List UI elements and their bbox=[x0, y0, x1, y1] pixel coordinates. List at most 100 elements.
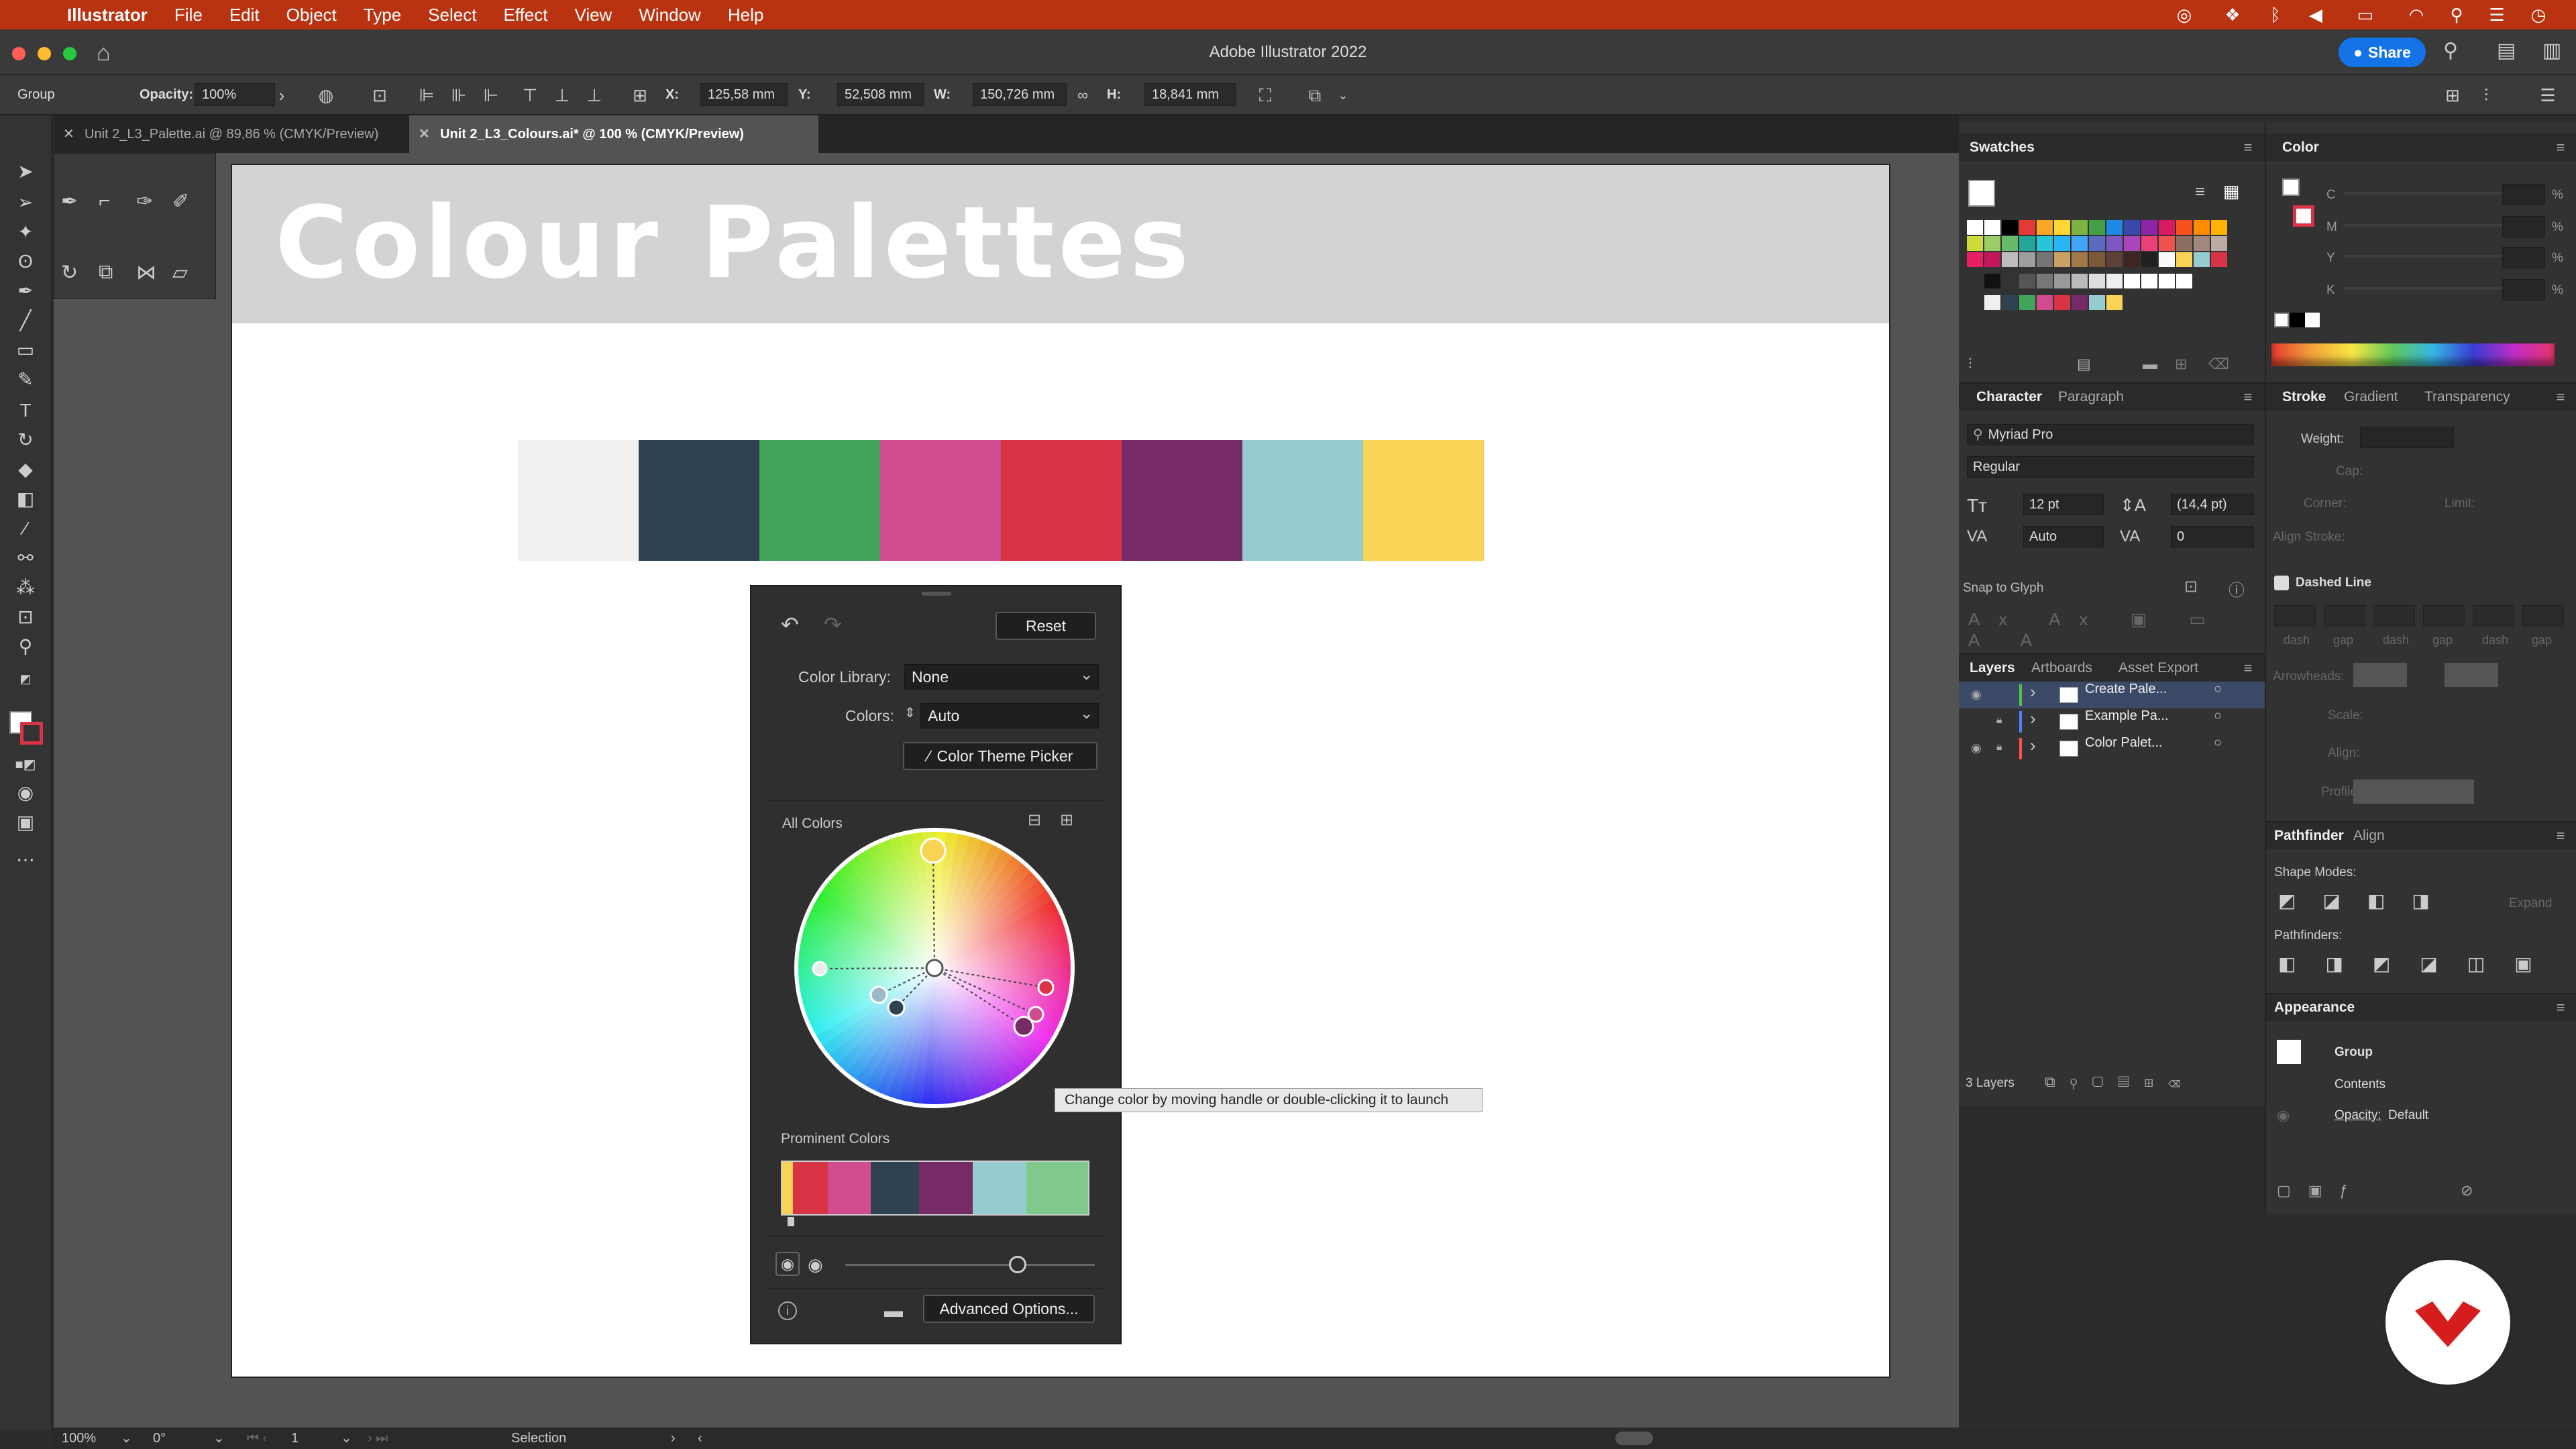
info-icon[interactable]: ⓘ bbox=[2229, 577, 2245, 600]
swatch-cell[interactable] bbox=[2002, 295, 2018, 310]
scale-tool-icon[interactable]: ◧ bbox=[12, 486, 39, 513]
info-icon[interactable]: i bbox=[778, 1301, 797, 1320]
symbol-sprayer-tool-icon[interactable]: ⁂ bbox=[12, 574, 39, 601]
k-slider[interactable] bbox=[2344, 287, 2512, 290]
swatch-cell[interactable] bbox=[2089, 274, 2105, 288]
swatch-cell[interactable] bbox=[2159, 220, 2175, 235]
zoom-select[interactable]: 100% bbox=[62, 1428, 96, 1449]
y-slider[interactable] bbox=[2344, 255, 2512, 258]
align-right-icon[interactable]: ⊩ bbox=[478, 82, 504, 109]
swatch-cell[interactable] bbox=[2106, 220, 2123, 235]
arrowhead-start-select[interactable] bbox=[2353, 663, 2407, 687]
rectangle-tool-icon[interactable]: ▭ bbox=[12, 337, 39, 364]
drag-handle[interactable] bbox=[922, 592, 951, 596]
palette-swatch[interactable] bbox=[639, 440, 759, 561]
shear-icon[interactable]: ▱ bbox=[172, 261, 188, 284]
lock-icon[interactable]: 🔒︎ bbox=[1996, 714, 2002, 727]
chevron-down-icon[interactable]: ⌄ bbox=[121, 1428, 132, 1449]
swatch-cell[interactable] bbox=[2194, 236, 2210, 251]
draw-mode-icon[interactable]: ◉ bbox=[12, 780, 39, 806]
arrowhead-end-select[interactable] bbox=[2445, 663, 2498, 687]
battery-icon[interactable]: ▭ bbox=[2355, 4, 2376, 25]
swatch-cell[interactable] bbox=[2072, 236, 2088, 251]
swatch-cell[interactable] bbox=[2211, 252, 2227, 267]
fill-stroke-icon[interactable] bbox=[1968, 180, 1995, 207]
color-wheel[interactable] bbox=[790, 824, 1079, 1112]
m-input[interactable] bbox=[2502, 216, 2545, 237]
magic-wand-tool-icon[interactable]: ✦ bbox=[12, 219, 39, 246]
swatch-cell[interactable] bbox=[2194, 220, 2210, 235]
horizontal-scrollbar[interactable] bbox=[1615, 1432, 1653, 1445]
black-swatch[interactable] bbox=[2290, 313, 2305, 327]
new-color-group-icon[interactable]: ▤ bbox=[2077, 356, 2091, 373]
undo-icon[interactable]: ↶ bbox=[781, 612, 799, 637]
swatch-cell[interactable] bbox=[2072, 295, 2088, 310]
swatch-cell[interactable] bbox=[2176, 274, 2192, 288]
font-size-input[interactable]: 12 pt bbox=[2023, 494, 2104, 515]
swatch-cell[interactable] bbox=[2124, 236, 2140, 251]
stroke-swatch-icon[interactable] bbox=[20, 722, 43, 745]
w-input[interactable]: 150,726 mm bbox=[973, 83, 1067, 106]
none-swatch-icon[interactable] bbox=[2274, 313, 2289, 327]
recolor-artwork-icon[interactable]: ◍ bbox=[313, 82, 339, 109]
pen-variant-icon[interactable]: ✒ bbox=[61, 190, 78, 213]
layer-row[interactable]: 🔒︎ › Example Pa... ○ bbox=[1959, 708, 2265, 735]
list-view-icon[interactable]: ≡ bbox=[2195, 181, 2205, 202]
swatch-cell[interactable] bbox=[2002, 274, 2018, 288]
prominent-swatch-red[interactable] bbox=[793, 1162, 828, 1214]
swatch-cell[interactable] bbox=[2211, 236, 2227, 251]
font-style-select[interactable]: Regular bbox=[1967, 456, 2254, 478]
folder-icon[interactable]: ▬ bbox=[884, 1300, 903, 1322]
tab-align[interactable]: Align bbox=[2353, 822, 2385, 849]
tab-transparency[interactable]: Transparency bbox=[2424, 384, 2510, 411]
dash-gap-input[interactable] bbox=[2324, 605, 2365, 627]
swatch-cell[interactable] bbox=[2124, 252, 2140, 267]
swatch-cell[interactable] bbox=[2106, 236, 2123, 251]
swatch-cell[interactable] bbox=[2106, 252, 2123, 267]
clock-icon[interactable]: ◷ bbox=[2528, 4, 2549, 25]
bluetooth-icon[interactable]: ᛒ bbox=[2265, 4, 2286, 25]
reflect-icon[interactable]: ⋈ bbox=[136, 261, 156, 284]
menu-view[interactable]: View bbox=[574, 5, 612, 25]
target-icon[interactable]: ○ bbox=[2214, 682, 2222, 697]
pathfinder-icons[interactable]: ◧◨◩◪◫▣ bbox=[2278, 953, 2562, 975]
swatch-cell[interactable] bbox=[2019, 252, 2035, 267]
swatch-cell[interactable] bbox=[2054, 274, 2070, 288]
swatch-cell[interactable] bbox=[2159, 274, 2175, 288]
swatch-cell[interactable] bbox=[2089, 295, 2105, 310]
layer-name[interactable]: Color Palet... bbox=[2085, 735, 2163, 751]
eraser-tool-icon[interactable]: ◆ bbox=[12, 456, 39, 483]
arrange-icon[interactable]: ⧉ bbox=[1301, 82, 1328, 109]
swatch-cell[interactable] bbox=[2141, 252, 2157, 267]
chevron-right-icon[interactable]: › bbox=[2030, 735, 2036, 756]
search-help-icon[interactable]: ⚲ bbox=[2443, 39, 2458, 62]
prominent-swatch-green[interactable] bbox=[1026, 1162, 1088, 1214]
tab-stroke[interactable]: Stroke bbox=[2282, 384, 2326, 411]
swatch-cell[interactable] bbox=[2002, 220, 2018, 235]
colors-select[interactable]: Auto bbox=[920, 703, 1099, 729]
target-icon[interactable]: ○ bbox=[2214, 735, 2222, 751]
swatch-cell[interactable] bbox=[2019, 274, 2035, 288]
h-input[interactable]: 18,841 mm bbox=[1144, 83, 1236, 106]
paintbrush-tool-icon[interactable]: ✎ bbox=[12, 366, 39, 393]
control-menu-icon[interactable]: ☰ bbox=[2534, 82, 2561, 109]
status-menu-icon[interactable]: › bbox=[671, 1428, 676, 1449]
menu-object[interactable]: Object bbox=[286, 5, 337, 25]
align-top-icon[interactable]: ⊤ bbox=[517, 82, 543, 109]
appearance-opacity-label[interactable]: Opacity: bbox=[2334, 1108, 2381, 1123]
prominent-slider-handle[interactable] bbox=[788, 1217, 794, 1226]
panel-menu-icon[interactable]: ≡ bbox=[2241, 140, 2255, 155]
swatch-cell[interactable] bbox=[2037, 236, 2053, 251]
stepper-icon[interactable]: ⇕ bbox=[904, 704, 916, 721]
artboard-nav-next-icons[interactable]: › ⏭ bbox=[368, 1428, 388, 1449]
align-left-icon[interactable]: ⊫ bbox=[413, 82, 440, 109]
swatch-cell[interactable] bbox=[2159, 236, 2175, 251]
appearance-footer-icons[interactable]: ▢▣ƒ bbox=[2277, 1182, 2365, 1199]
stroke-indicator-icon[interactable] bbox=[2293, 205, 2314, 227]
delete-anchor-icon[interactable]: ✐ bbox=[172, 190, 189, 213]
page-headline[interactable]: Colour Palettes bbox=[275, 185, 1193, 301]
selection-tool-icon[interactable]: ➤ bbox=[12, 158, 39, 185]
c-slider[interactable] bbox=[2344, 192, 2512, 195]
swatch-cell[interactable] bbox=[2124, 274, 2140, 288]
dashed-line-checkbox[interactable] bbox=[2274, 576, 2289, 590]
